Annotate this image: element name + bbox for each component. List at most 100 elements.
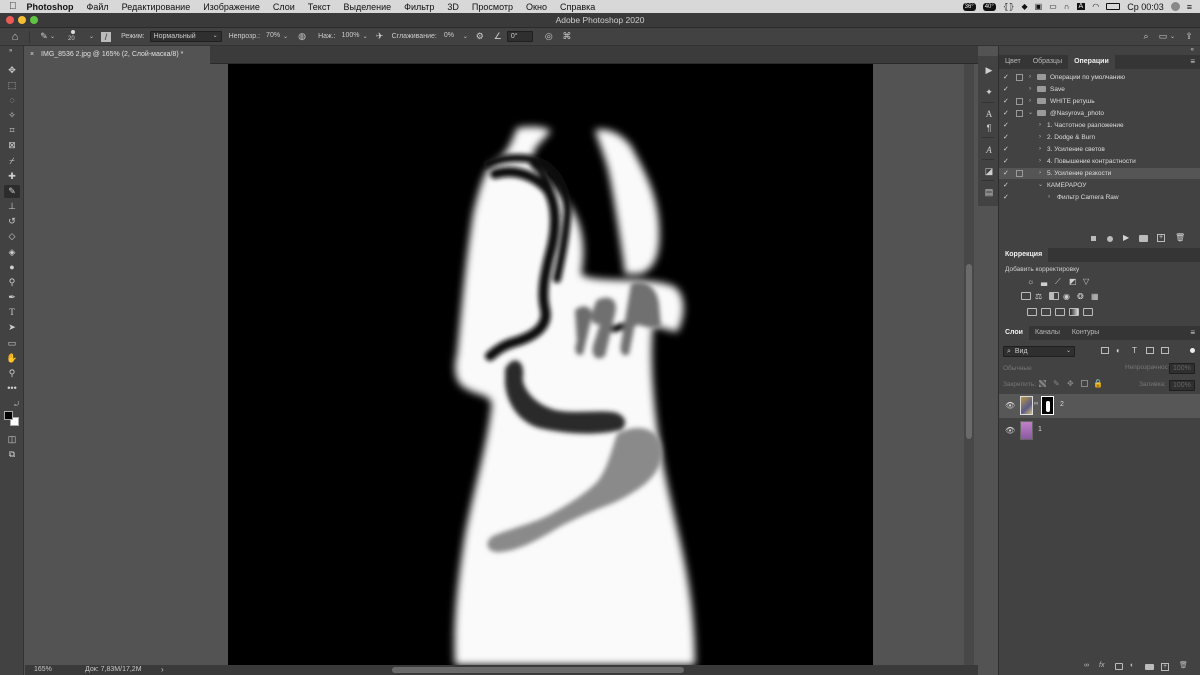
lock-transparent-icon[interactable] xyxy=(1039,380,1046,387)
chevron-down-icon[interactable]: ⌄ xyxy=(1038,180,1043,191)
layer-name[interactable]: 1 xyxy=(1038,426,1042,433)
frame-tool-icon[interactable]: ⊠ xyxy=(4,139,20,152)
chevron-right-icon[interactable]: › xyxy=(1039,168,1041,179)
chevron-right-icon[interactable]: › xyxy=(1029,72,1031,83)
pressure-opacity-icon[interactable]: ◍ xyxy=(296,31,308,43)
layer-row-selected[interactable]: 👁 ∞ 2 xyxy=(999,394,1200,418)
check-icon[interactable]: ✓ xyxy=(1003,72,1009,83)
screen-mode-icon[interactable]: ⧉ xyxy=(4,448,20,461)
tab-adjustments[interactable]: Коррекция xyxy=(999,248,1049,262)
quick-mask-icon[interactable]: ◫ xyxy=(4,433,20,446)
marquee-tool-icon[interactable]: ⬚ xyxy=(4,79,20,92)
lock-move-icon[interactable]: ✥ xyxy=(1067,379,1074,388)
zoom-level[interactable]: 165% xyxy=(34,666,52,673)
menu-text[interactable]: Текст xyxy=(308,2,331,12)
tab-color[interactable]: Цвет xyxy=(999,55,1027,69)
brush-preset-picker[interactable]: 20 xyxy=(65,29,83,45)
lock-paint-icon[interactable]: ✎ xyxy=(1053,379,1060,388)
collapse-arrows-icon[interactable]: » xyxy=(9,48,12,54)
history-panel-icon[interactable]: ▶ xyxy=(981,64,997,77)
new-layer-icon[interactable]: + xyxy=(1161,663,1169,671)
eraser-tool-icon[interactable]: ◇ xyxy=(4,230,20,243)
tab-channels[interactable]: Каналы xyxy=(1029,326,1066,340)
vertical-scroll-thumb[interactable] xyxy=(966,264,972,439)
check-icon[interactable]: ✓ xyxy=(1003,96,1009,107)
move-tool-icon[interactable]: ✥ xyxy=(4,64,20,77)
filter-toggle[interactable] xyxy=(1190,348,1195,353)
trash-icon[interactable]: 🗑 xyxy=(1175,233,1185,242)
chevron-down-icon[interactable]: ⌄ xyxy=(50,33,55,40)
chevron-down-icon[interactable]: ⌄ xyxy=(1170,33,1175,40)
blur-tool-icon[interactable]: ● xyxy=(4,261,20,274)
eyedropper-tool-icon[interactable]: ⌿ xyxy=(4,155,20,168)
flow-input[interactable]: 100% xyxy=(339,31,363,42)
hand-tool-icon[interactable]: ✋ xyxy=(4,352,20,365)
menu-window[interactable]: Окно xyxy=(526,2,547,12)
link-layers-icon[interactable]: ∞ xyxy=(1084,662,1089,669)
filter-shape-icon[interactable] xyxy=(1146,347,1154,354)
dialog-toggle[interactable] xyxy=(1016,74,1023,81)
layer-row[interactable]: 👁 1 xyxy=(999,420,1200,442)
tab-actions[interactable]: Операции xyxy=(1068,55,1115,69)
canvas-area[interactable] xyxy=(25,64,964,665)
check-icon[interactable]: ✓ xyxy=(1003,108,1009,119)
apple-icon[interactable]:  xyxy=(9,1,17,12)
chevron-right-icon[interactable]: › xyxy=(1039,132,1041,143)
photo-filter-icon[interactable]: ◉ xyxy=(1063,292,1070,301)
paint-bucket-tool-icon[interactable]: ◈ xyxy=(4,246,20,259)
menu-3d[interactable]: 3D xyxy=(447,2,459,12)
lock-icon[interactable]: ▣ xyxy=(1035,2,1043,11)
lock-all-icon[interactable]: 🔒 xyxy=(1093,379,1103,388)
color-panel-icon[interactable]: ✦ xyxy=(981,86,997,99)
gear-icon[interactable]: ⚙ xyxy=(474,31,486,43)
trash-icon[interactable]: 🗑 xyxy=(1179,661,1188,669)
clone-stamp-tool-icon[interactable]: ⊥ xyxy=(4,200,20,213)
color-balance-icon[interactable]: ⚖ xyxy=(1035,292,1042,301)
pen-tool-icon[interactable]: ✒ xyxy=(4,291,20,304)
check-icon[interactable]: ✓ xyxy=(1003,132,1009,143)
properties-panel-icon[interactable]: ◪ xyxy=(981,165,997,178)
share-icon[interactable]: ⇪ xyxy=(1183,31,1195,43)
brush-tool-icon[interactable]: ✎ xyxy=(4,185,20,198)
new-set-folder-icon[interactable] xyxy=(1139,235,1148,242)
airbrush-icon[interactable]: ✈ xyxy=(374,31,386,43)
chevron-down-icon[interactable]: ⌄ xyxy=(463,33,468,40)
filter-type-icon[interactable]: T xyxy=(1132,346,1137,355)
type-tool-icon[interactable]: T xyxy=(4,306,20,319)
menu-layers[interactable]: Слои xyxy=(273,2,295,12)
action-set-white[interactable]: ✓ › WHITE ретушь xyxy=(999,96,1200,107)
menu-help[interactable]: Справка xyxy=(560,2,595,12)
check-icon[interactable]: ✓ xyxy=(1003,192,1009,203)
siri-icon[interactable] xyxy=(1170,2,1180,11)
layer-thumbnail[interactable] xyxy=(1020,396,1033,415)
filter-smart-icon[interactable] xyxy=(1161,347,1169,354)
foreground-color-swatch[interactable] xyxy=(4,411,13,420)
layer-filter-select[interactable]: ⌕ Вид ⌄ xyxy=(1003,346,1075,357)
dodge-tool-icon[interactable]: ⚲ xyxy=(4,276,20,289)
chevron-right-icon[interactable]: › xyxy=(1039,120,1041,131)
history-brush-tool-icon[interactable]: ↺ xyxy=(4,215,20,228)
zoom-tool-icon[interactable]: ⚲ xyxy=(4,367,20,380)
menu-view[interactable]: Просмотр xyxy=(472,2,513,12)
brush-tool-icon[interactable]: ✎ xyxy=(38,31,50,43)
panel-menu-icon[interactable]: ≡ xyxy=(1190,328,1195,337)
keyboard-layout-icon[interactable]: A xyxy=(1076,3,1086,10)
menu-select[interactable]: Выделение xyxy=(343,2,391,12)
chevron-down-icon[interactable]: ⌄ xyxy=(283,33,288,40)
chevron-down-icon[interactable]: ⌄ xyxy=(363,33,368,40)
gradient-map-icon[interactable] xyxy=(1069,308,1079,316)
chevron-down-icon[interactable]: ⌄ xyxy=(89,33,94,40)
menu-image[interactable]: Изображение xyxy=(203,2,260,12)
stop-icon[interactable] xyxy=(1091,236,1096,241)
brightness-contrast-icon[interactable]: ☼ xyxy=(1027,277,1034,286)
record-icon[interactable] xyxy=(1107,236,1113,242)
crop-tool-icon[interactable]: ⌗ xyxy=(4,124,20,137)
workspace-icon[interactable]: ▭ xyxy=(1157,31,1169,43)
smoothing-input[interactable]: 0% xyxy=(441,31,463,42)
layer-opacity-input[interactable]: 100% xyxy=(1169,363,1195,374)
check-icon[interactable]: ✓ xyxy=(1003,180,1009,191)
dialog-toggle[interactable] xyxy=(1016,98,1023,105)
chevron-right-icon[interactable]: › xyxy=(1029,96,1031,107)
action-item[interactable]: ✓ › 4. Повышение контрастности xyxy=(999,156,1200,167)
chevron-right-icon[interactable]: › xyxy=(1039,156,1041,167)
